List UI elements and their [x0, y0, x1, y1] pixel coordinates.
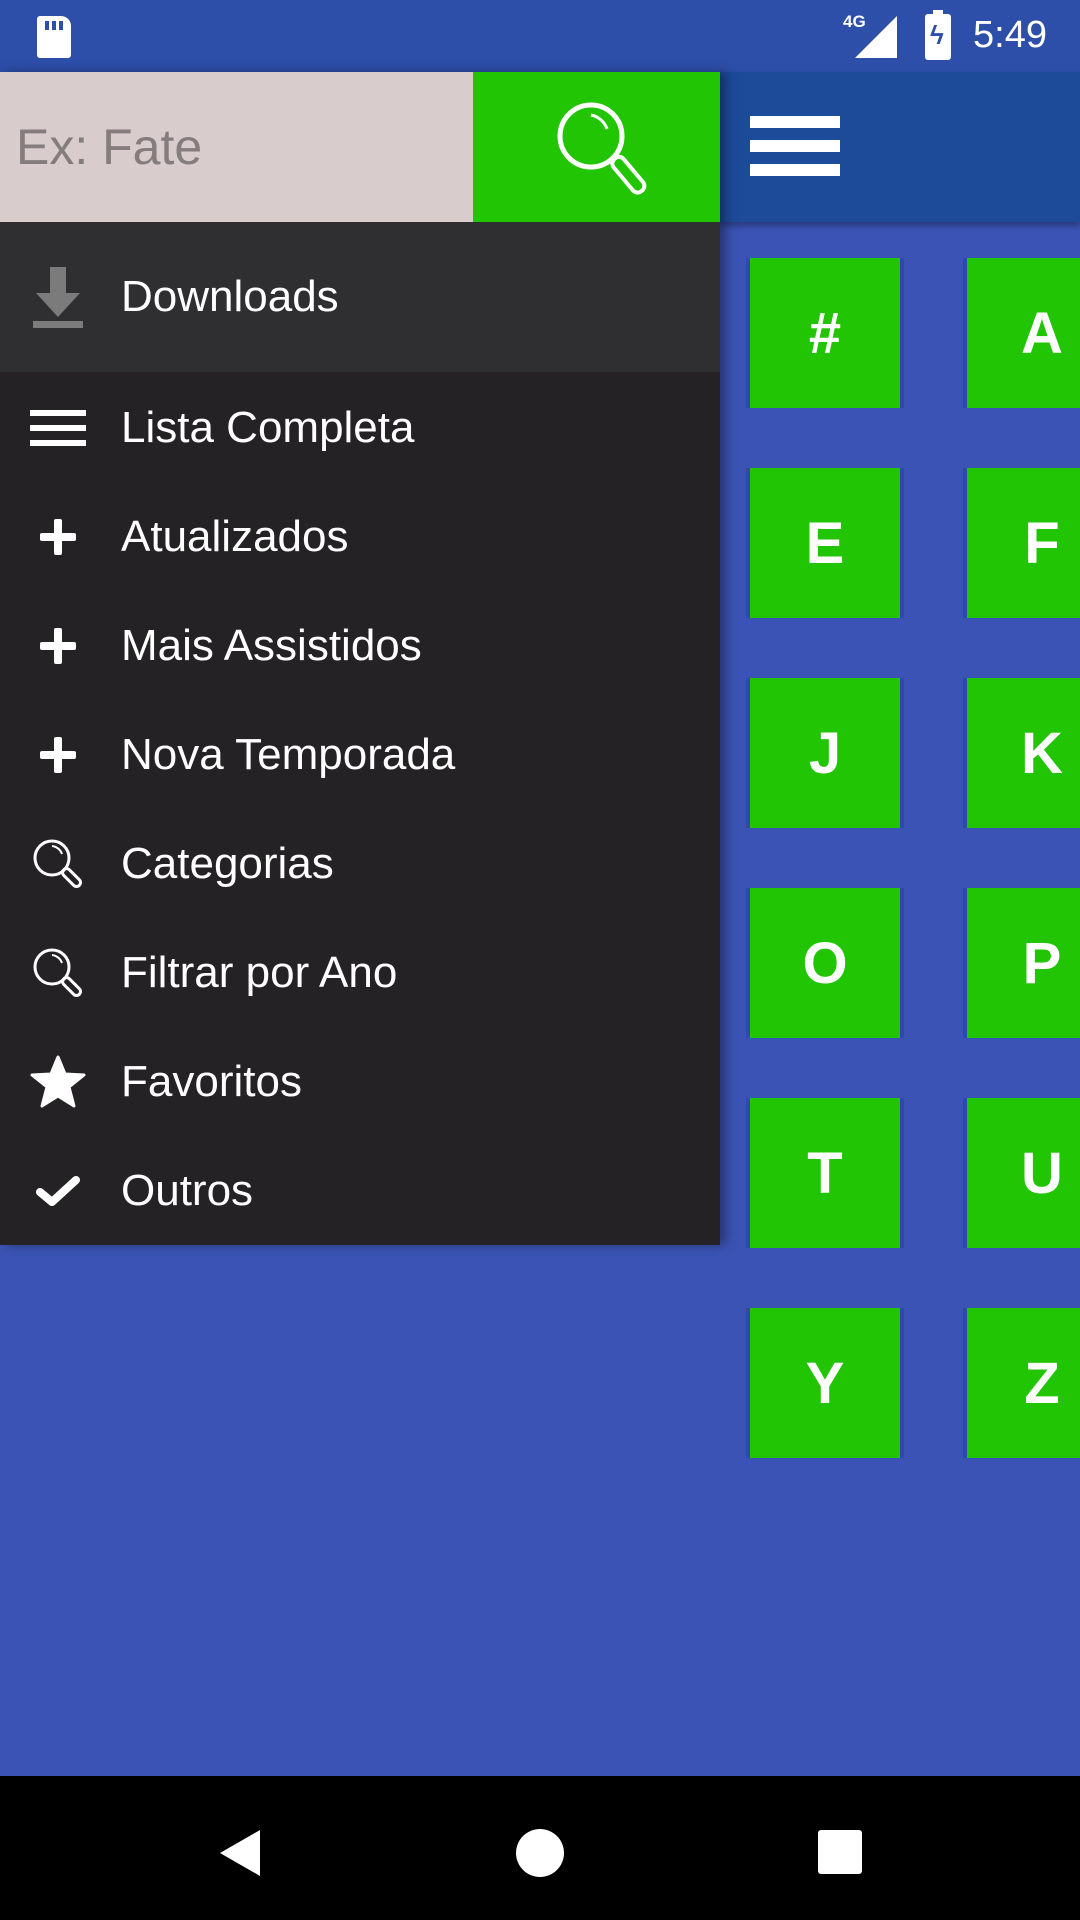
- clock: 5:49: [973, 14, 1047, 56]
- drawer-item-label: Lista Completa: [121, 402, 415, 452]
- drawer-item-label: Categorias: [121, 838, 334, 888]
- drawer-item[interactable]: Lista Completa: [0, 373, 720, 482]
- drawer-item[interactable]: Filtrar por Ano: [0, 918, 720, 1027]
- recents-icon[interactable]: [817, 1828, 863, 1874]
- search-icon: [557, 102, 647, 195]
- plus-icon: [30, 727, 86, 783]
- letter-tile[interactable]: U: [967, 1098, 1080, 1248]
- drawer-item[interactable]: Nova Temporada: [0, 700, 720, 809]
- navigation-drawer: Downloads Lista Completa Atualizados Mais …: [0, 72, 720, 1245]
- search-input[interactable]: [0, 72, 473, 222]
- drawer-item-label: Mais Assistidos: [121, 620, 422, 670]
- search-button[interactable]: [473, 72, 720, 222]
- letter-tile[interactable]: P: [967, 888, 1080, 1038]
- app-bar: [720, 72, 1080, 222]
- plus-icon: [30, 618, 86, 674]
- list-icon: [30, 400, 86, 456]
- sd-card-icon: [37, 16, 71, 58]
- plus-icon: [30, 509, 86, 565]
- search-icon: [30, 836, 86, 892]
- drawer-item[interactable]: Mais Assistidos: [0, 591, 720, 700]
- drawer-item-label: Downloads: [121, 272, 339, 321]
- letter-tile[interactable]: O: [750, 888, 900, 1038]
- search-icon: [30, 945, 86, 1001]
- drawer-item-label: Filtrar por Ano: [121, 947, 398, 997]
- letter-tile[interactable]: E: [750, 468, 900, 618]
- drawer-item-label: Atualizados: [121, 511, 349, 561]
- letter-tile[interactable]: #: [750, 258, 900, 408]
- letter-tile[interactable]: T: [750, 1098, 900, 1248]
- home-icon[interactable]: [515, 1828, 565, 1878]
- drawer-item[interactable]: Favoritos: [0, 1027, 720, 1136]
- drawer-item[interactable]: Categorias: [0, 809, 720, 918]
- letter-tile[interactable]: Z: [967, 1308, 1080, 1458]
- system-nav-bar: [0, 1776, 1080, 1920]
- drawer-item-label: Outros: [121, 1165, 254, 1215]
- signal-icon: [855, 16, 897, 58]
- menu-icon[interactable]: [750, 116, 840, 176]
- letter-tile[interactable]: K: [967, 678, 1080, 828]
- drawer-item[interactable]: Outros: [0, 1136, 720, 1245]
- download-icon: [30, 267, 86, 328]
- status-bar: 4G ϟ 5:49: [0, 0, 1080, 72]
- drawer-item-label: Favoritos: [121, 1056, 302, 1106]
- drawer-item-label: Nova Temporada: [121, 729, 456, 779]
- drawer-item[interactable]: Atualizados: [0, 482, 720, 591]
- letter-tile[interactable]: J: [750, 678, 900, 828]
- battery-charging-icon: ϟ: [925, 10, 951, 60]
- back-icon[interactable]: [216, 1828, 266, 1878]
- letter-tile[interactable]: F: [967, 468, 1080, 618]
- drawer-item-downloads[interactable]: Downloads: [0, 222, 720, 372]
- star-icon: [30, 1054, 86, 1110]
- check-icon: [30, 1163, 86, 1219]
- letter-tile[interactable]: Y: [750, 1308, 900, 1458]
- letter-tile[interactable]: A: [967, 258, 1080, 408]
